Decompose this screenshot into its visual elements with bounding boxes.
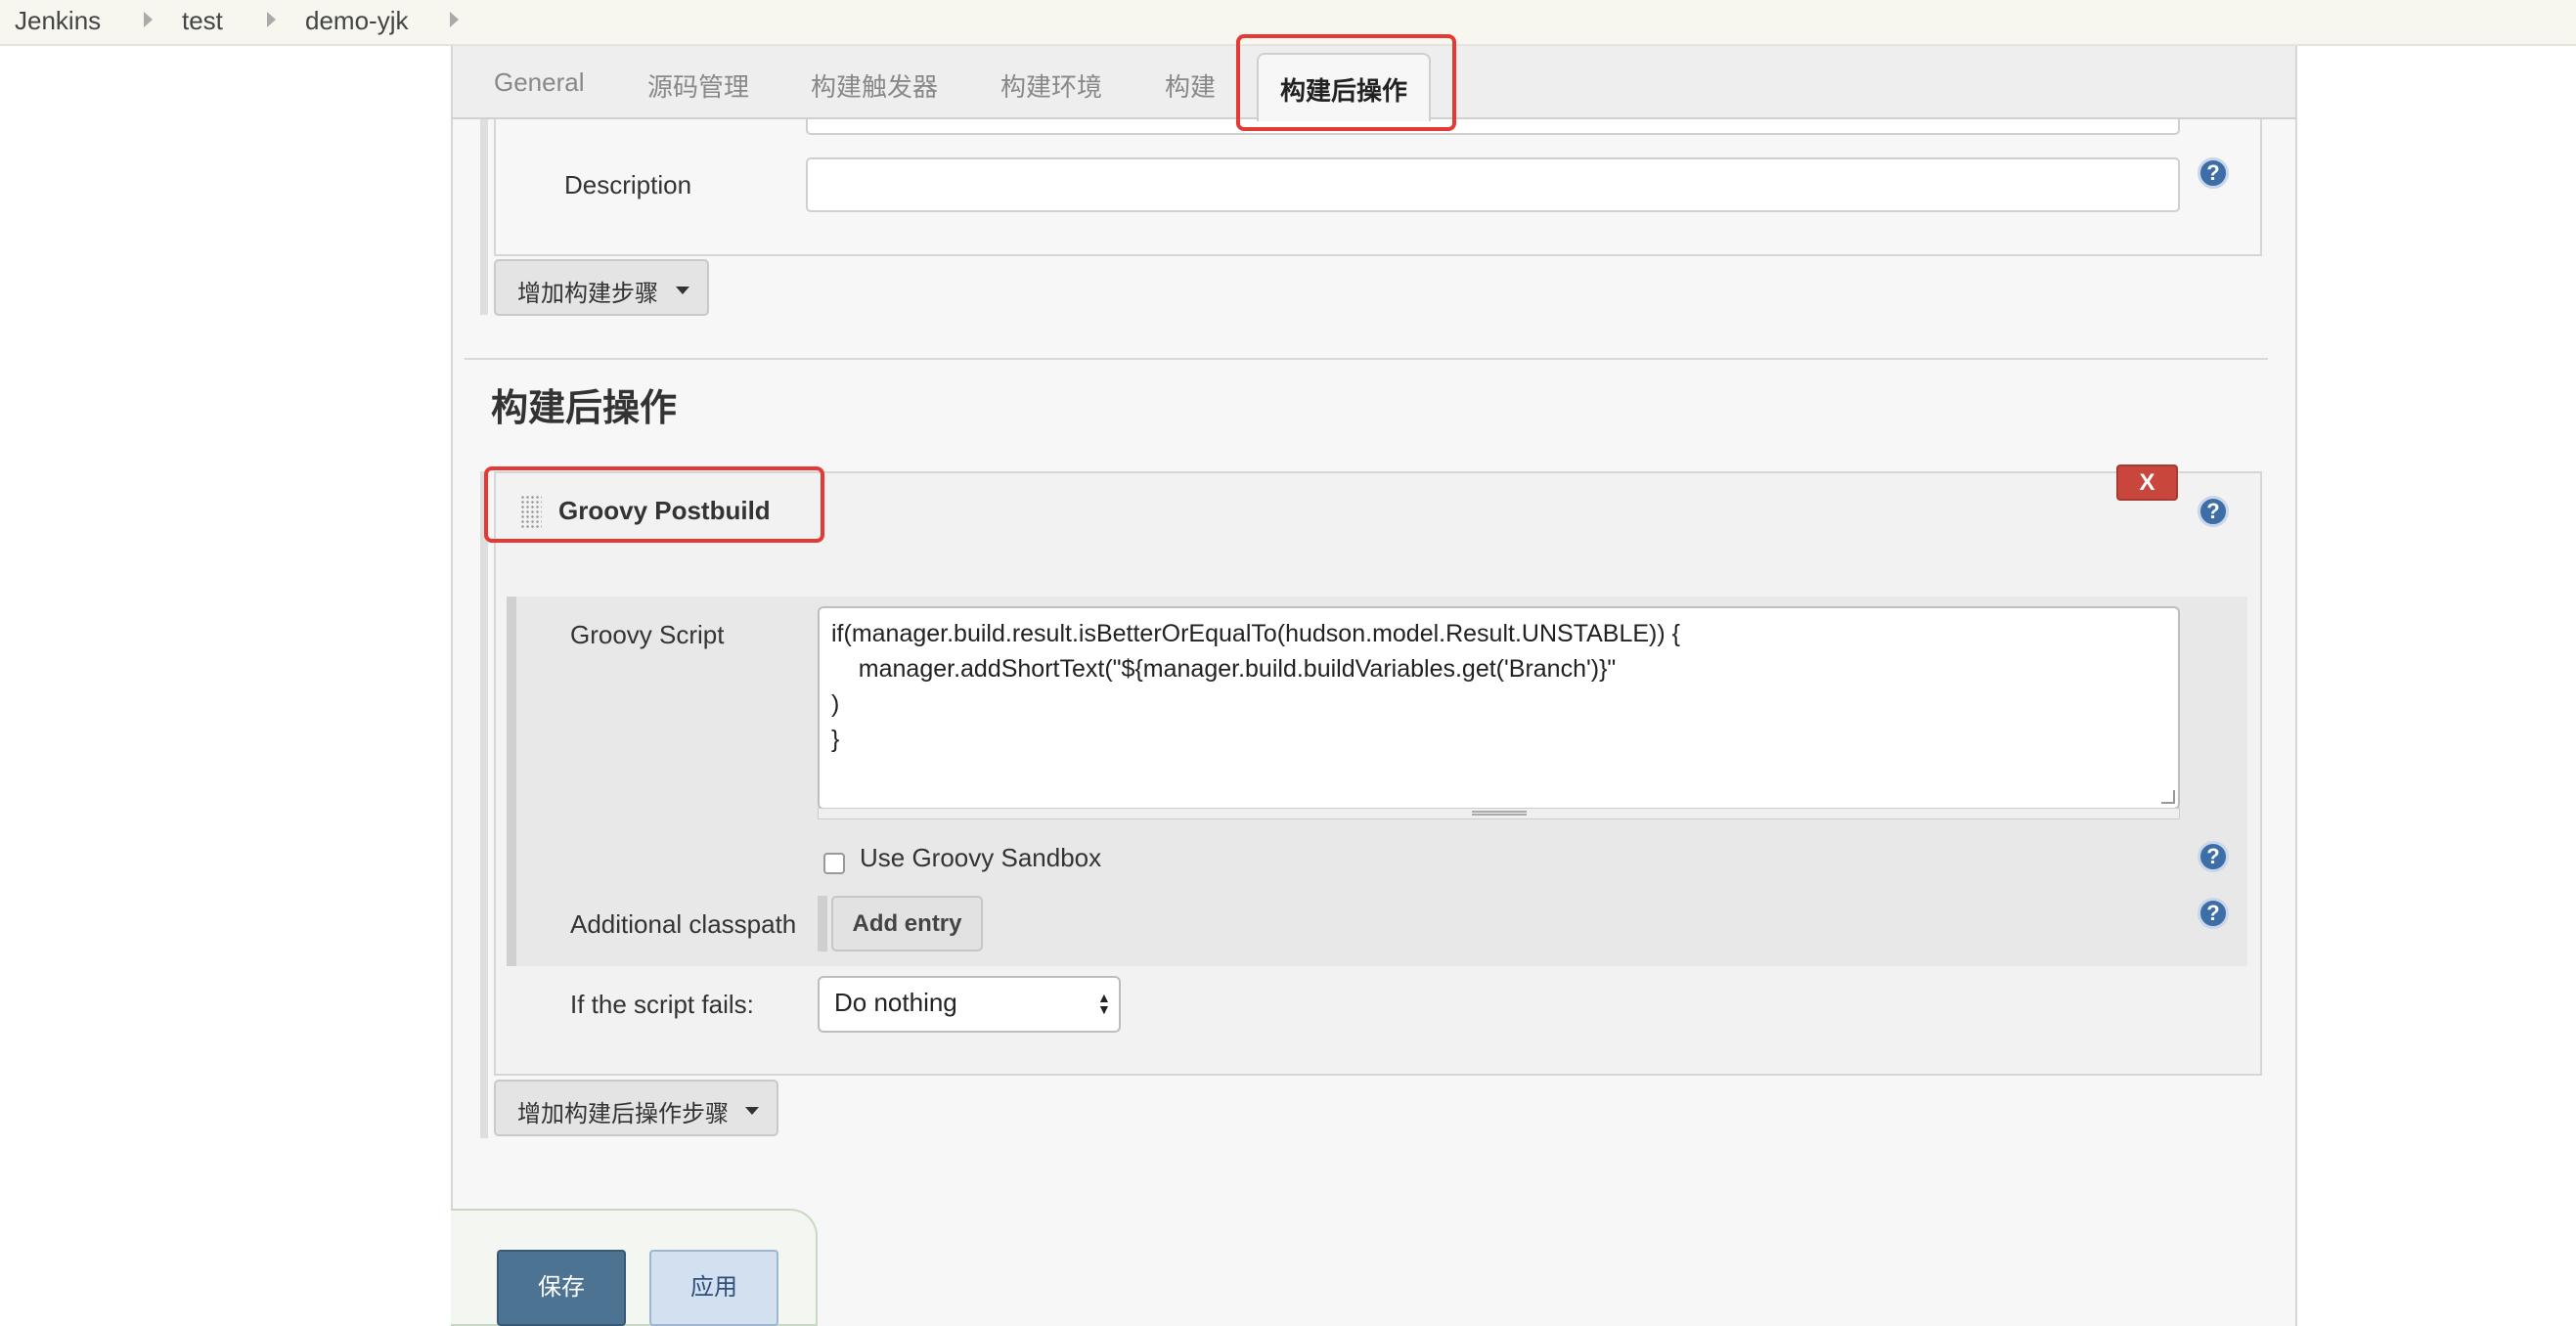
tab-build[interactable]: 构建: [1165, 67, 1216, 104]
add-build-step-button[interactable]: 增加构建步骤: [494, 259, 709, 316]
plugin-highlight-box: [484, 466, 824, 543]
breadcrumb-test[interactable]: test: [182, 6, 223, 36]
script-fails-select[interactable]: Do nothing: [818, 976, 1121, 1033]
apply-button[interactable]: 应用: [649, 1250, 778, 1326]
save-button[interactable]: 保存: [497, 1250, 626, 1326]
description-input[interactable]: [806, 157, 2180, 212]
select-updown-icon: ▲ ▼: [1097, 990, 1111, 1017]
caret-down-icon: [745, 1107, 759, 1115]
breadcrumb-jenkins[interactable]: Jenkins: [15, 6, 101, 36]
resize-grip-icon[interactable]: [1472, 811, 1527, 816]
add-post-build-step-button[interactable]: 增加构建后操作步骤: [494, 1080, 778, 1136]
breadcrumb-arrow-icon[interactable]: [450, 12, 459, 27]
tab-highlight-box: [1236, 34, 1456, 131]
plugin-help-icon[interactable]: ?: [2198, 496, 2229, 527]
tab-build-triggers[interactable]: 构建触发器: [811, 67, 938, 104]
delete-plugin-button[interactable]: X: [2116, 464, 2178, 501]
groovy-script-textarea[interactable]: if(manager.build.result.isBetterOrEqualT…: [818, 606, 2180, 810]
breadcrumb-arrow-icon[interactable]: [267, 12, 276, 27]
breadcrumb-arrow-icon[interactable]: [144, 12, 153, 27]
build-section-bar: [480, 119, 488, 315]
add-build-step-label: 增加构建步骤: [517, 281, 658, 307]
description-help-icon[interactable]: ?: [2198, 157, 2229, 189]
resize-corner-icon[interactable]: [2161, 790, 2175, 804]
tab-source-management[interactable]: 源码管理: [647, 67, 749, 104]
groovy-script-label: Groovy Script: [570, 620, 725, 649]
classpath-help-icon[interactable]: ?: [2198, 898, 2229, 929]
tab-general[interactable]: General: [494, 67, 585, 98]
classpath-bar: [818, 896, 827, 951]
post-build-section-bar: [480, 471, 488, 1138]
use-groovy-sandbox-checkbox[interactable]: [823, 853, 845, 874]
section-divider: [465, 358, 2268, 360]
use-groovy-sandbox-label: Use Groovy Sandbox: [860, 843, 1102, 872]
description-label: Description: [564, 170, 692, 199]
additional-classpath-label: Additional classpath: [570, 909, 797, 939]
add-entry-button[interactable]: Add entry: [831, 896, 983, 951]
caret-down-icon: [676, 287, 689, 294]
add-post-build-step-label: 增加构建后操作步骤: [517, 1101, 729, 1127]
tab-build-environment[interactable]: 构建环境: [1000, 67, 1102, 104]
script-fails-label: If the script fails:: [570, 990, 754, 1019]
breadcrumb-demo-yjk[interactable]: demo-yjk: [305, 6, 408, 36]
post-build-section-title: 构建后操作: [491, 388, 678, 429]
sandbox-help-icon[interactable]: ?: [2198, 841, 2229, 872]
